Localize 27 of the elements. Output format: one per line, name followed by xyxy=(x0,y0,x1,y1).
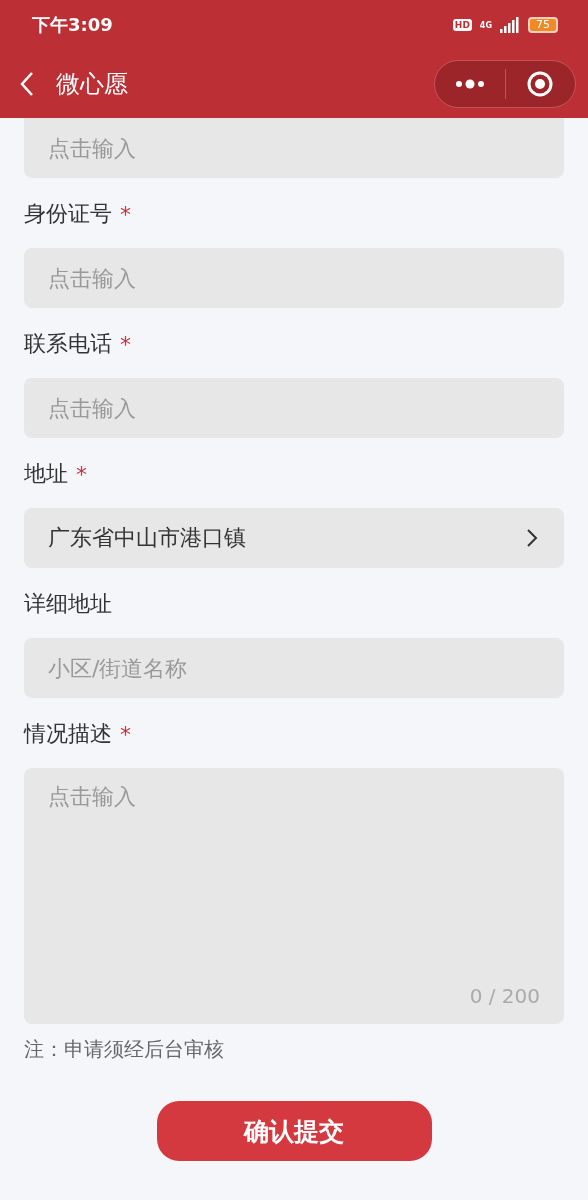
required-mark: * xyxy=(76,461,87,487)
input-field[interactable]: 点击输入 xyxy=(24,248,564,308)
signal-icon xyxy=(500,17,520,33)
chevron-right-icon xyxy=(526,528,538,548)
input-field[interactable]: 小区/街道名称 xyxy=(24,638,564,698)
address-select[interactable]: 广东省中山市港口镇 xyxy=(24,508,564,568)
field-label: 详细地址 xyxy=(24,590,112,618)
required-mark: * xyxy=(120,331,131,357)
field-label: 情况描述 xyxy=(24,720,112,748)
input-field[interactable]: 点击输入 xyxy=(24,378,564,438)
submit-button[interactable]: 确认提交 xyxy=(156,1101,432,1161)
page-title: 微心愿 xyxy=(56,69,129,100)
field-label: 联系电话 xyxy=(24,330,112,358)
hd-badge: HD xyxy=(452,19,472,31)
input-field[interactable]: 点击输入 xyxy=(24,118,564,178)
network-label: 4G xyxy=(479,20,492,30)
more-icon xyxy=(454,79,485,89)
char-counter: 0 / 200 xyxy=(469,984,540,1008)
battery-icon: 75 xyxy=(528,17,558,33)
note-text: 注：申请须经后台审核 xyxy=(24,1036,225,1063)
required-mark: * xyxy=(120,201,131,227)
required-mark: * xyxy=(120,721,131,747)
field-label: 身份证号 xyxy=(24,200,112,228)
status-time: 下午3:09 xyxy=(32,13,113,37)
target-icon xyxy=(526,70,555,98)
back-button[interactable] xyxy=(20,71,34,97)
field-label: 地址 xyxy=(24,460,68,488)
